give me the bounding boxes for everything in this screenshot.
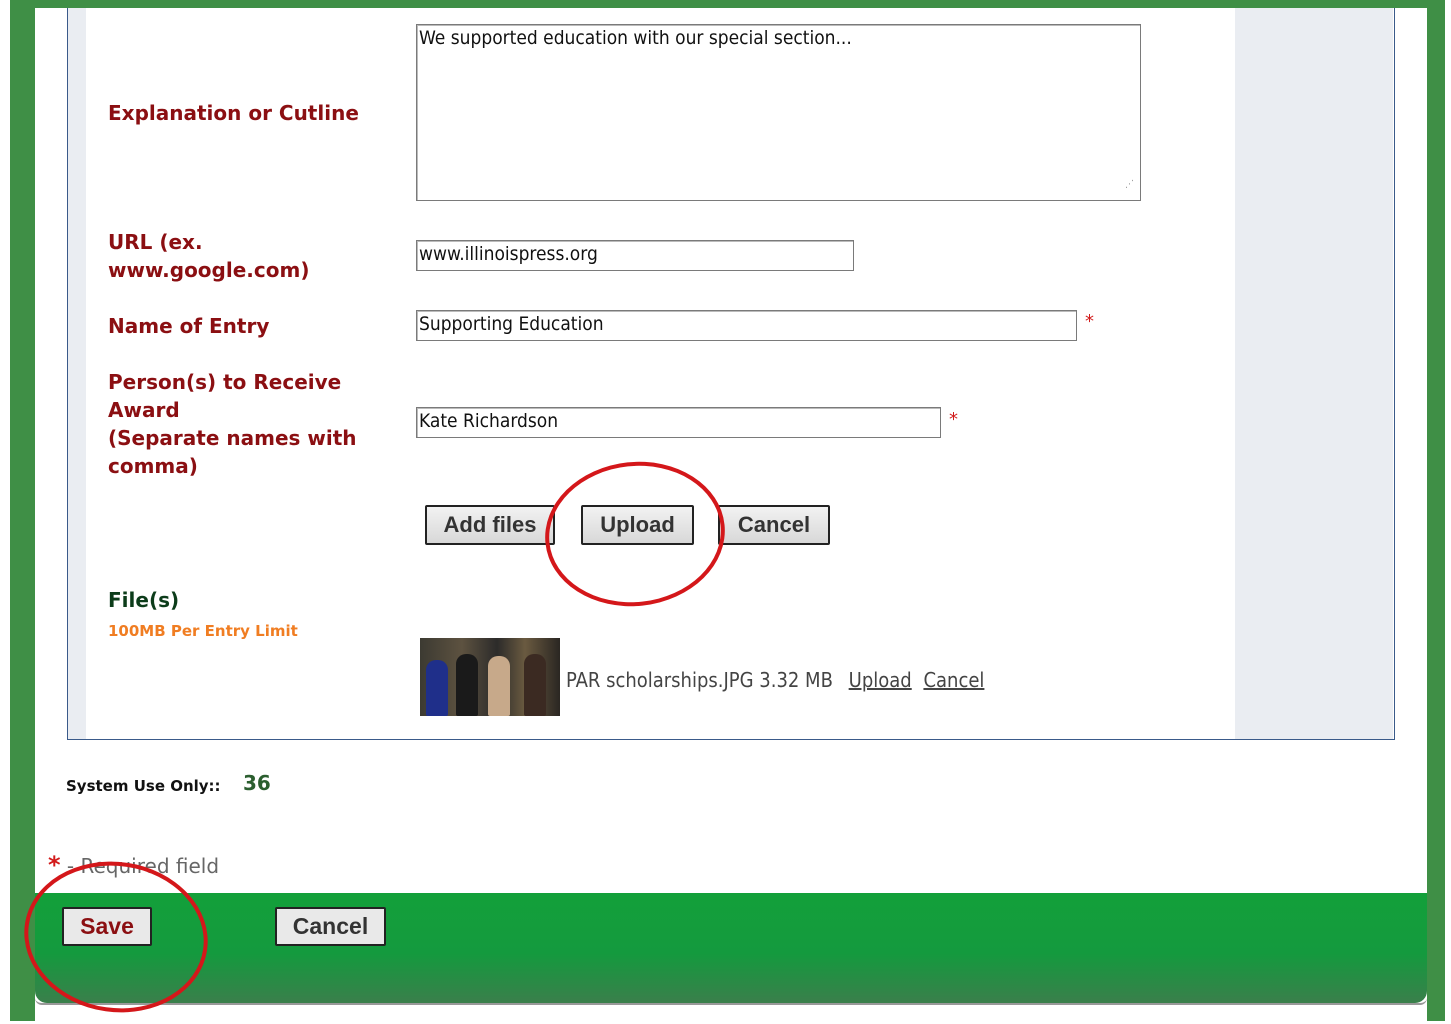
form-panel-left-strip bbox=[68, 8, 86, 739]
footer-bar bbox=[35, 893, 1427, 1003]
explanation-label: Explanation or Cutline bbox=[108, 101, 359, 125]
resize-grip-icon[interactable]: ⋰ bbox=[1125, 174, 1134, 196]
entry-name-label: Name of Entry bbox=[108, 314, 270, 338]
footer-bottom-edge bbox=[35, 998, 1427, 1005]
recipients-label: Person(s) to Receive Award (Separate nam… bbox=[108, 370, 357, 478]
required-field-note: * - Required field bbox=[48, 851, 219, 879]
required-field-text: - Required field bbox=[66, 854, 220, 878]
add-files-button[interactable]: Add files bbox=[425, 505, 555, 545]
files-label: File(s) bbox=[108, 588, 180, 612]
required-star-icon: * bbox=[48, 851, 61, 879]
upload-button[interactable]: Upload bbox=[581, 505, 694, 545]
recipients-required-marker: * bbox=[949, 409, 958, 430]
entry-name-required-marker: * bbox=[1085, 311, 1094, 332]
file-size-limit: 100MB Per Entry Limit bbox=[108, 622, 298, 640]
upload-cancel-button[interactable]: Cancel bbox=[718, 505, 830, 545]
file-item: PAR scholarships.JPG 3.32 MB Upload Canc… bbox=[566, 668, 984, 692]
explanation-textarea[interactable]: We supported education with our special … bbox=[416, 24, 1141, 201]
recipients-input[interactable]: Kate Richardson bbox=[416, 407, 941, 438]
frame-left-border bbox=[10, 0, 35, 1021]
system-use-label: System Use Only:: bbox=[66, 777, 221, 795]
save-button[interactable]: Save bbox=[62, 907, 152, 946]
url-input[interactable]: www.illinoispress.org bbox=[416, 240, 854, 271]
file-upload-link[interactable]: Upload bbox=[849, 668, 912, 692]
url-label: URL (ex. www.google.com) bbox=[108, 230, 310, 282]
frame-top-border bbox=[10, 0, 1445, 8]
system-use-value: 36 bbox=[243, 771, 271, 795]
explanation-value: We supported education with our special … bbox=[419, 27, 852, 49]
entry-name-input[interactable]: Supporting Education bbox=[416, 310, 1077, 341]
file-size: 3.32 MB bbox=[759, 668, 833, 692]
cancel-button[interactable]: Cancel bbox=[275, 907, 386, 946]
file-cancel-link[interactable]: Cancel bbox=[923, 668, 984, 692]
file-thumbnail-image bbox=[420, 638, 560, 716]
form-panel-right-strip bbox=[1235, 8, 1393, 739]
frame-right-border bbox=[1427, 0, 1445, 1021]
file-name: PAR scholarships.JPG bbox=[566, 668, 754, 692]
window-edge bbox=[0, 0, 10, 1021]
